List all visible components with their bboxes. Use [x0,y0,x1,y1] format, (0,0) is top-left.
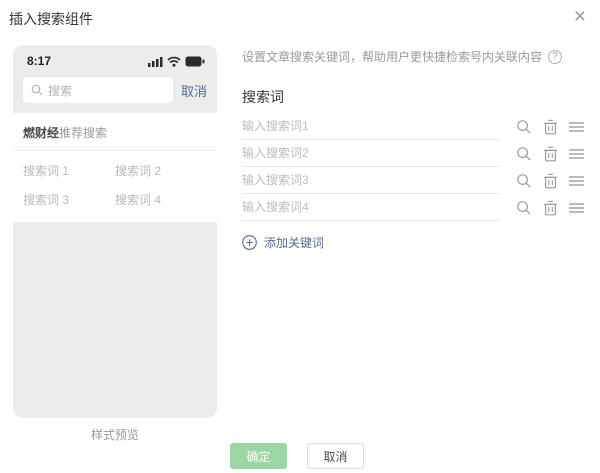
phone-result-panel: 燃财经推荐搜索 搜索词 1 搜索词 2 搜索词 3 搜索词 4 [13,113,217,222]
wifi-icon [167,56,181,67]
status-time: 8:17 [27,54,51,68]
phone-search-row: 搜索 取消 [13,71,217,113]
trash-icon[interactable] [543,173,558,189]
insert-search-component-dialog: 插入搜索组件 × 8:17 [0,0,600,473]
confirm-button[interactable]: 确定 [230,443,287,469]
search-icon[interactable] [516,173,532,189]
drag-handle-icon[interactable] [569,148,584,160]
form-description: 设置文章搜索关键词，帮助用户更快捷检索号内关联内容 [242,48,542,65]
keyword-row [242,167,584,194]
search-icon[interactable] [516,119,532,135]
keyword-row [242,113,584,140]
trash-icon[interactable] [543,146,558,162]
plus-circle-icon [242,235,257,250]
cancel-button[interactable]: 取消 [307,443,364,469]
preview-keyword: 搜索词 3 [23,191,115,208]
add-keyword-label: 添加关键词 [264,234,324,251]
help-icon[interactable]: ? [548,50,562,64]
keyword-form-panel: 设置文章搜索关键词，帮助用户更快捷检索号内关联内容 ? 搜索词 [242,48,584,251]
drag-handle-icon[interactable] [569,121,584,133]
search-icon[interactable] [516,146,532,162]
keyword-input-3[interactable] [242,167,500,194]
keyword-input-2[interactable] [242,140,500,167]
preview-keyword: 搜索词 2 [115,162,207,179]
phone-search-input[interactable]: 搜索 [23,77,173,103]
phone-cancel-link[interactable]: 取消 [181,81,207,100]
phone-status-bar: 8:17 [13,45,217,71]
add-keyword-button[interactable]: 添加关键词 [242,234,584,251]
drag-handle-icon[interactable] [569,202,584,214]
close-icon[interactable]: × [574,6,586,27]
phone-preview: 8:17 [13,45,217,418]
trash-icon[interactable] [543,200,558,216]
section-label: 搜索词 [242,87,584,107]
preview-keyword: 搜索词 4 [115,191,207,208]
search-icon[interactable] [516,200,532,216]
preview-keyword: 搜索词 1 [23,162,115,179]
trash-icon[interactable] [543,119,558,135]
keyword-row [242,194,584,221]
preview-caption: 样式预览 [13,426,217,443]
keyword-input-4[interactable] [242,194,500,221]
search-icon [31,84,43,96]
keyword-input-1[interactable] [242,113,500,140]
signal-icon [148,56,163,67]
dialog-title: 插入搜索组件 [9,9,93,29]
account-name: 燃财经 [23,126,59,140]
battery-icon [185,56,205,67]
keyword-grid: 搜索词 1 搜索词 2 搜索词 3 搜索词 4 [13,151,217,222]
keyword-rows [242,113,584,221]
recommend-label: 推荐搜索 [59,126,107,140]
drag-handle-icon[interactable] [569,175,584,187]
keyword-row [242,140,584,167]
phone-search-placeholder: 搜索 [48,82,72,99]
recommend-header: 燃财经推荐搜索 [13,113,217,151]
